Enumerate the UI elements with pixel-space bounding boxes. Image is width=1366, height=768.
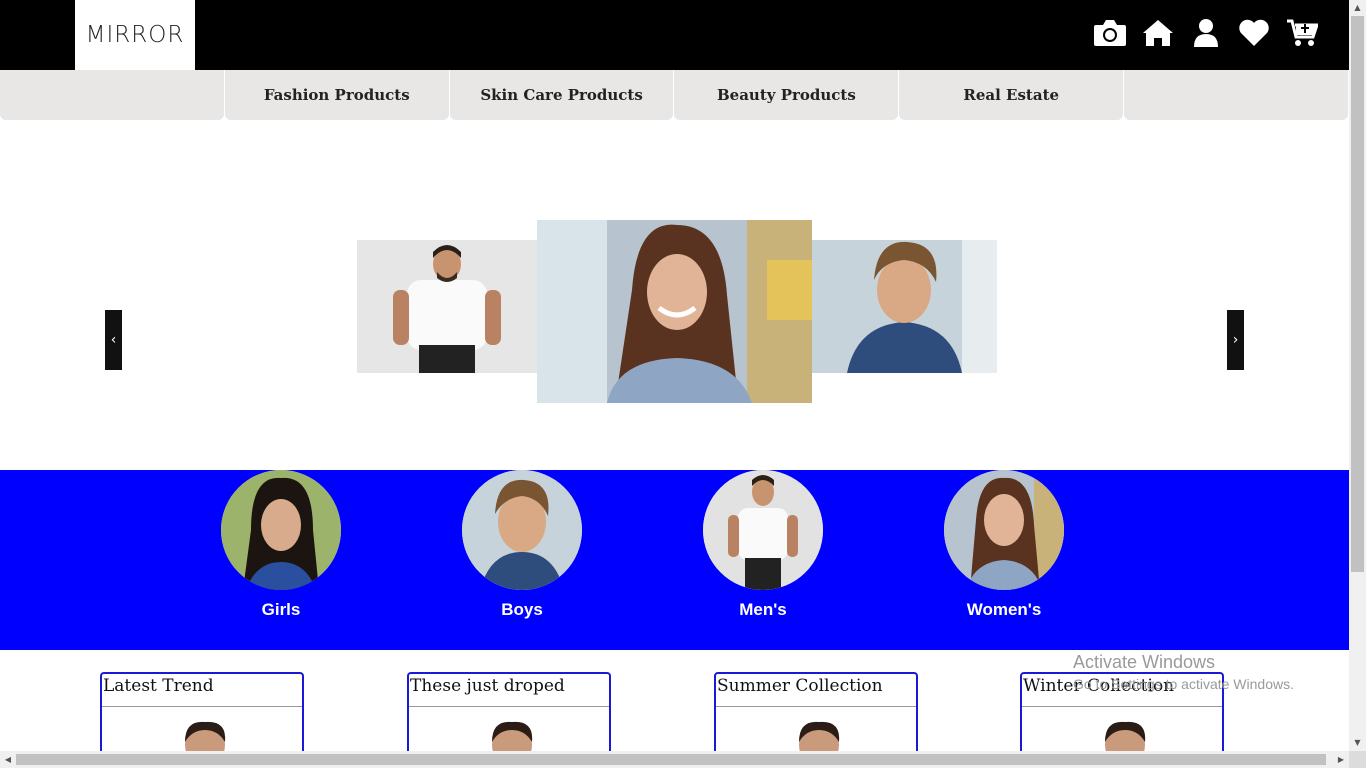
- carousel-slide-boy[interactable]: [812, 240, 997, 373]
- vertical-scrollbar[interactable]: ▲ ▼: [1349, 0, 1366, 751]
- horizontal-scrollbar[interactable]: ◀ ▶: [0, 751, 1349, 768]
- category-mens[interactable]: Men's: [693, 470, 833, 620]
- scrollbar-corner: [1349, 751, 1366, 768]
- scroll-up-arrow-icon[interactable]: ▲: [1349, 0, 1366, 16]
- collection-card-summer[interactable]: Summer Collection: [714, 672, 918, 762]
- nav-tab-beauty[interactable]: Beauty Products: [674, 70, 899, 120]
- activate-windows-watermark: Activate Windows Go to Settings to activ…: [1073, 652, 1294, 692]
- category-strip: Girls Boys Men's Women's: [0, 470, 1349, 650]
- watermark-subtitle: Go to Settings to activate Windows.: [1073, 676, 1294, 692]
- nav-tab-fashion[interactable]: Fashion Products: [224, 70, 449, 120]
- scroll-down-arrow-icon[interactable]: ▼: [1349, 735, 1366, 751]
- category-mens-label[interactable]: Men's: [693, 600, 833, 620]
- category-boys-label[interactable]: Boys: [452, 600, 592, 620]
- collection-card-just-dropped[interactable]: These just droped: [407, 672, 611, 762]
- nav-tab-skin-care[interactable]: Skin Care Products: [449, 70, 674, 120]
- nav-tab-empty-right: [1124, 70, 1348, 120]
- category-girls[interactable]: Girls: [211, 470, 351, 620]
- category-boys[interactable]: Boys: [452, 470, 592, 620]
- category-girls-label[interactable]: Girls: [211, 600, 351, 620]
- scroll-right-arrow-icon[interactable]: ▶: [1333, 751, 1349, 768]
- collection-card-latest-trend[interactable]: Latest Trend: [100, 672, 304, 762]
- main-nav: Fashion Products Skin Care Products Beau…: [0, 70, 1349, 120]
- heart-icon[interactable]: [1237, 16, 1271, 50]
- category-womens-label[interactable]: Women's: [934, 600, 1074, 620]
- home-icon[interactable]: [1141, 16, 1175, 50]
- scroll-left-arrow-icon[interactable]: ◀: [0, 751, 16, 768]
- vertical-scroll-thumb[interactable]: [1351, 16, 1364, 572]
- collection-title: Latest Trend: [102, 674, 302, 707]
- carousel-prev-button[interactable]: ‹: [105, 310, 122, 370]
- category-womens[interactable]: Women's: [934, 470, 1074, 620]
- horizontal-scroll-thumb[interactable]: [16, 754, 1326, 765]
- collection-title: Summer Collection: [716, 674, 916, 707]
- category-girls-image[interactable]: [221, 470, 341, 590]
- mirror-logo[interactable]: MIRROR: [75, 0, 195, 70]
- user-icon[interactable]: [1189, 16, 1223, 50]
- carousel-slide-woman[interactable]: [537, 220, 812, 403]
- category-mens-image[interactable]: [703, 470, 823, 590]
- collection-title: These just droped: [409, 674, 609, 707]
- camera-icon[interactable]: [1093, 16, 1127, 50]
- cart-icon[interactable]: [1285, 16, 1319, 50]
- top-header: MIRROR: [0, 0, 1349, 70]
- category-womens-image[interactable]: [944, 470, 1064, 590]
- carousel-slide-man[interactable]: [357, 240, 537, 373]
- nav-tab-real-estate[interactable]: Real Estate: [899, 70, 1124, 120]
- hero-carousel: ‹ ›: [0, 120, 1349, 470]
- category-boys-image[interactable]: [462, 470, 582, 590]
- nav-tab-empty-left: [0, 70, 224, 120]
- header-icons: [1093, 16, 1319, 50]
- watermark-title: Activate Windows: [1073, 652, 1216, 672]
- carousel-next-button[interactable]: ›: [1227, 310, 1244, 370]
